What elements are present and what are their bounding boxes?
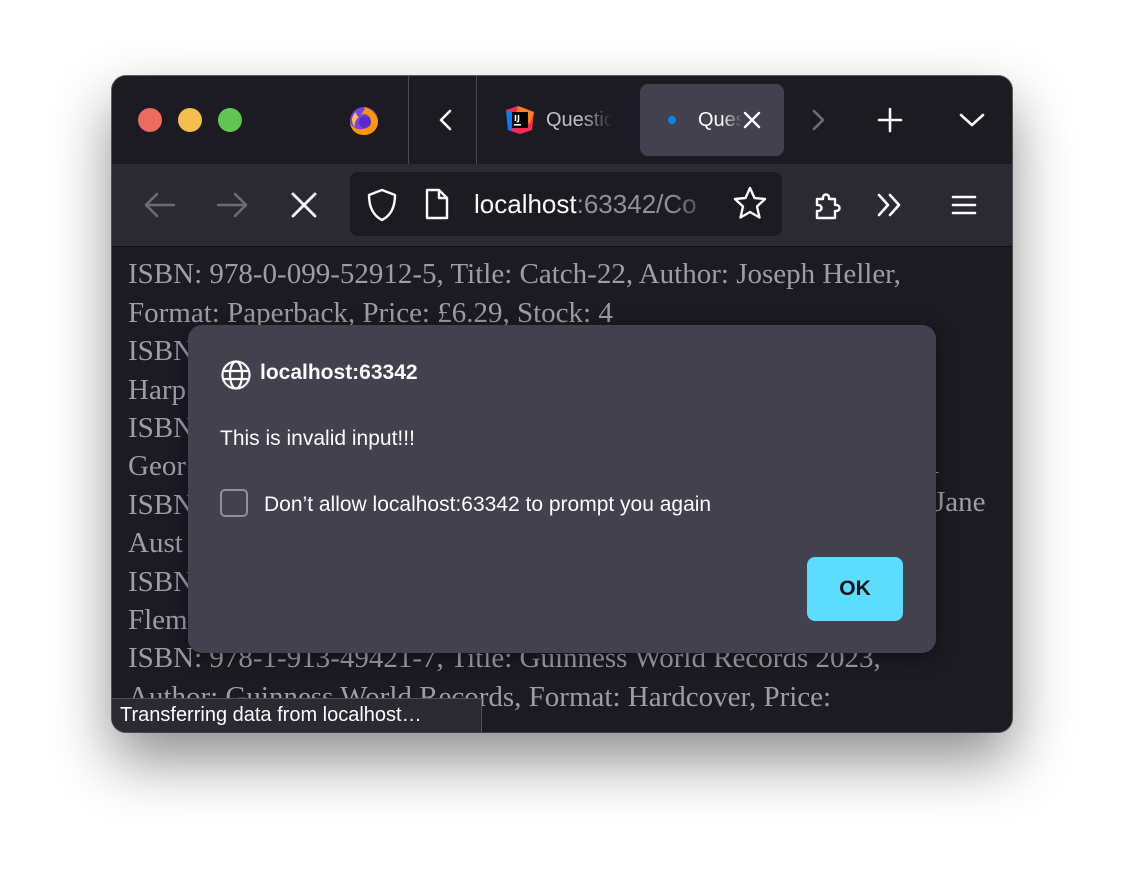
arrow-left-icon bbox=[144, 192, 176, 218]
app-menu-button[interactable] bbox=[944, 185, 984, 225]
close-icon bbox=[291, 192, 317, 218]
close-icon bbox=[743, 111, 761, 129]
plus-icon bbox=[877, 107, 903, 133]
more-tools-button[interactable] bbox=[870, 185, 910, 225]
hamburger-menu-icon bbox=[951, 195, 977, 215]
chevron-right-icon bbox=[812, 109, 825, 131]
tab-scroll-left-button[interactable] bbox=[426, 100, 466, 140]
new-tab-button[interactable] bbox=[870, 100, 910, 140]
tab-bar-separator bbox=[408, 76, 409, 164]
arrow-right-icon bbox=[216, 192, 248, 218]
tab-title: Questions bbox=[698, 108, 742, 131]
url-path: :63342/Co bbox=[576, 189, 697, 219]
page-icon[interactable] bbox=[424, 188, 450, 220]
dont-allow-prompt-label[interactable]: Don’t allow localhost:63342 to prompt yo… bbox=[264, 493, 711, 517]
dialog-origin: localhost:63342 bbox=[260, 361, 418, 384]
window-close-button[interactable] bbox=[138, 108, 162, 132]
address-bar[interactable]: localhost:63342/Co bbox=[350, 172, 782, 236]
prompt-dialog: localhost:63342 This is invalid input!!!… bbox=[188, 325, 936, 653]
firefox-icon[interactable] bbox=[348, 104, 380, 136]
puzzle-piece-icon bbox=[815, 193, 841, 220]
svg-text:IJ: IJ bbox=[514, 114, 520, 123]
tab-questions-ide[interactable]: IJ Questions bbox=[488, 84, 628, 156]
url-host: localhost bbox=[474, 189, 577, 219]
obscured-text-fragment: Jane bbox=[934, 486, 986, 518]
globe-icon bbox=[221, 360, 251, 390]
window-maximize-button[interactable] bbox=[218, 108, 242, 132]
window-minimize-button[interactable] bbox=[178, 108, 202, 132]
extensions-button[interactable] bbox=[808, 185, 848, 225]
forward-button[interactable] bbox=[212, 185, 252, 225]
stop-loading-button[interactable] bbox=[284, 185, 324, 225]
book-list-line bbox=[128, 247, 998, 255]
browser-window: IJ Questions Questions bbox=[112, 76, 1012, 732]
loading-indicator-icon bbox=[668, 116, 676, 124]
tab-bar: IJ Questions Questions bbox=[112, 76, 1012, 164]
status-panel: Transferring data from localhost… bbox=[112, 698, 482, 732]
dialog-message: This is invalid input!!! bbox=[220, 427, 415, 450]
shield-icon[interactable] bbox=[366, 188, 398, 222]
list-all-tabs-button[interactable] bbox=[952, 100, 992, 140]
url-text[interactable]: localhost:63342/Co bbox=[474, 189, 720, 220]
tab-close-button[interactable] bbox=[738, 106, 766, 134]
tab-bar-separator bbox=[476, 76, 477, 164]
tab-scroll-right-button[interactable] bbox=[798, 100, 838, 140]
intellij-icon: IJ bbox=[506, 106, 534, 134]
tab-questions-active[interactable]: Questions bbox=[640, 84, 784, 156]
navigation-toolbar: localhost:63342/Co bbox=[112, 164, 1012, 247]
ok-button[interactable]: OK bbox=[807, 557, 903, 621]
back-button[interactable] bbox=[140, 185, 180, 225]
double-chevron-right-icon bbox=[877, 193, 901, 217]
book-list-line: ISBN: 978-0-099-52912-5, Title: Catch-22… bbox=[128, 258, 901, 291]
bookmark-star-icon[interactable] bbox=[732, 186, 768, 220]
tab-title: Questions bbox=[546, 108, 612, 131]
chevron-down-icon bbox=[959, 113, 985, 127]
chevron-left-icon bbox=[439, 109, 452, 131]
dont-allow-prompt-checkbox[interactable] bbox=[220, 489, 248, 517]
